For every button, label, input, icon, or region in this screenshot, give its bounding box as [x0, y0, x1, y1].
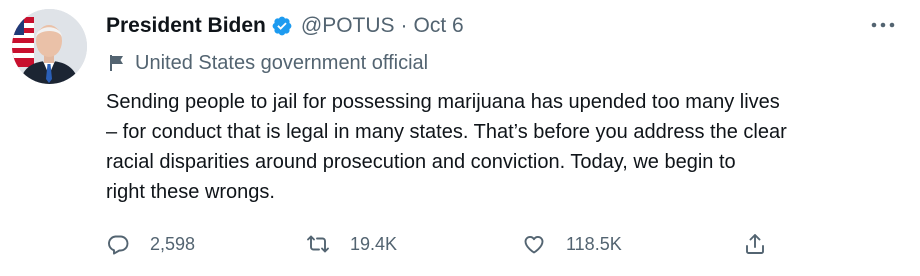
flag-icon [108, 54, 126, 72]
share-icon [743, 232, 767, 256]
retweet-count: 19.4K [350, 233, 398, 254]
reply-icon [106, 232, 130, 256]
like-count: 118.5K [566, 233, 622, 254]
separator-dot: · [400, 14, 408, 37]
reply-button[interactable]: 2,598 [106, 228, 195, 260]
tweet-text: Sending people to jail for possessing ma… [106, 91, 787, 203]
avatar[interactable] [12, 9, 87, 84]
avatar-image [12, 9, 87, 84]
action-bar: 2,598 19.4K 118.5K [106, 228, 786, 260]
heart-icon [522, 232, 546, 256]
user-handle[interactable]: @POTUS [301, 14, 395, 38]
display-name[interactable]: President Biden [106, 14, 266, 38]
share-button[interactable] [743, 228, 767, 260]
more-options-icon[interactable] [868, 13, 898, 37]
like-button[interactable]: 118.5K [522, 228, 622, 260]
reply-count: 2,598 [150, 233, 196, 254]
government-label-text: United States government official [135, 51, 429, 74]
tweet-header: President Biden @POTUS · Oct 6 [106, 11, 464, 41]
verified-badge-icon [271, 15, 293, 37]
tweet-card[interactable]: President Biden @POTUS · Oct 6 United St… [0, 0, 920, 276]
retweet-button[interactable]: 19.4K [306, 228, 397, 260]
account-label: United States government official [108, 50, 428, 76]
retweet-icon [306, 232, 330, 256]
tweet-date[interactable]: Oct 6 [414, 14, 464, 38]
